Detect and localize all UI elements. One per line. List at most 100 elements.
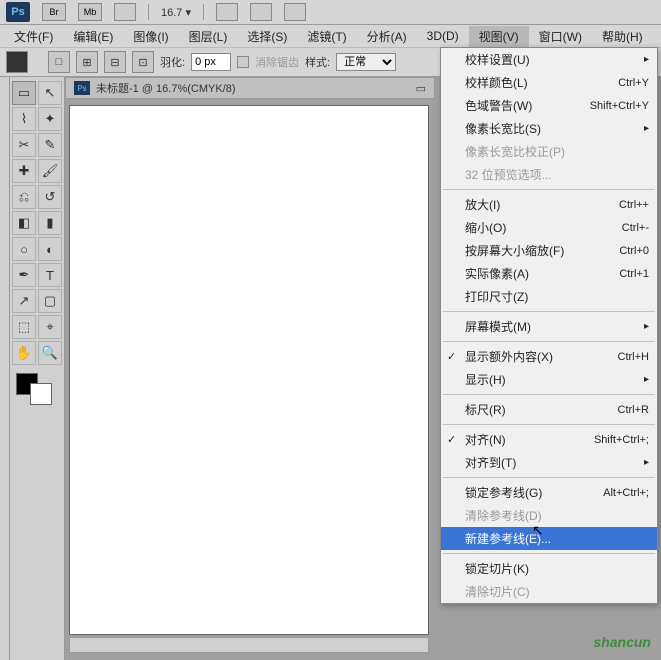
minimize-doc-icon[interactable]: ▭ (416, 82, 426, 95)
menu-image[interactable]: 图像(I) (123, 26, 178, 47)
antialias-check[interactable] (237, 56, 249, 68)
menu-item: 清除切片(C) (441, 580, 657, 603)
background-swatch[interactable] (30, 383, 52, 405)
selection-sub-icon[interactable]: ⊟ (104, 51, 126, 73)
lasso-tool[interactable]: ⌇ (12, 107, 36, 131)
menu-select[interactable]: 选择(S) (237, 26, 297, 47)
menu-item[interactable]: 放大(I)Ctrl++ (441, 193, 657, 216)
feather-input[interactable] (191, 53, 231, 71)
zoom-readout[interactable]: 16.7 ▾ (161, 6, 191, 19)
marquee-tool[interactable]: ▭ (12, 81, 36, 105)
stamp-tool[interactable]: ⎌ (12, 185, 36, 209)
menu-shortcut: Shift+Ctrl+Y (570, 100, 649, 112)
separator (148, 4, 149, 20)
menu-item-label: 色域警告(W) (465, 97, 532, 114)
check-icon: ✓ (447, 433, 456, 446)
menu-separator (443, 394, 655, 395)
hand-tool-icon[interactable] (216, 3, 238, 21)
menu-item-label: 像素长宽比校正(P) (465, 143, 565, 160)
menu-3d[interactable]: 3D(D) (417, 27, 469, 45)
menu-item[interactable]: 标尺(R)Ctrl+R (441, 398, 657, 421)
camera-tool[interactable]: ⌖ (38, 315, 62, 339)
menu-item[interactable]: 新建参考线(E)... (441, 527, 657, 550)
menu-item[interactable]: 缩小(O) Ctrl+- (441, 216, 657, 239)
menu-filter[interactable]: 滤镜(T) (297, 26, 356, 47)
pen-tool[interactable]: ✒ (12, 263, 36, 287)
document-canvas[interactable] (69, 105, 429, 635)
panel-strip[interactable] (0, 77, 10, 660)
menu-item[interactable]: 打印尺寸(Z) (441, 285, 657, 308)
title-bar: Ps Br Mb 16.7 ▾ (0, 0, 661, 25)
menu-item-label: 缩小(O) (465, 219, 506, 236)
document-tab[interactable]: Ps 未标题-1 @ 16.7%(CMYK/8) ▭ (65, 77, 435, 99)
menu-item[interactable]: 实际像素(A)Ctrl+1 (441, 262, 657, 285)
healing-tool[interactable]: ✚ (12, 159, 36, 183)
menu-item[interactable]: 锁定参考线(G)Alt+Ctrl+; (441, 481, 657, 504)
crop-tool[interactable]: ✂ (12, 133, 36, 157)
menu-shortcut: Alt+Ctrl+; (583, 487, 649, 499)
style-select[interactable]: 正常 (336, 53, 396, 71)
workspace-icon[interactable] (284, 3, 306, 21)
menu-separator (443, 341, 655, 342)
move-tool[interactable]: ↖ (38, 81, 62, 105)
dodge-tool[interactable]: ◐ (38, 237, 62, 261)
blur-tool[interactable]: ○ (12, 237, 36, 261)
minibridge-icon[interactable]: Mb (78, 3, 102, 21)
menu-item-label: 放大(I) (465, 196, 500, 213)
menu-shortcut: Ctrl+H (598, 351, 649, 363)
menu-item-label: 按屏幕大小缩放(F) (465, 242, 564, 259)
type-tool[interactable]: T (38, 263, 62, 287)
menu-help[interactable]: 帮助(H) (592, 26, 653, 47)
arrange-icon[interactable] (250, 3, 272, 21)
color-swatches[interactable] (12, 373, 62, 409)
menu-shortcut: Ctrl+R (598, 404, 649, 416)
gradient-tool[interactable]: ▮ (38, 211, 62, 235)
menu-item[interactable]: 校样颜色(L) Ctrl+Y (441, 71, 657, 94)
menu-item[interactable]: 屏幕模式(M) (441, 315, 657, 338)
bridge-icon[interactable]: Br (42, 3, 66, 21)
menu-separator (443, 553, 655, 554)
menu-item[interactable]: 按屏幕大小缩放(F)Ctrl+0 (441, 239, 657, 262)
menu-item-label: 校样颜色(L) (465, 74, 528, 91)
menu-item-label: 屏幕模式(M) (465, 318, 531, 335)
menu-item-label: 锁定切片(K) (465, 560, 529, 577)
menu-shortcut: Ctrl+- (602, 222, 649, 234)
wand-tool[interactable]: ✦ (38, 107, 62, 131)
document-statusbar[interactable] (69, 637, 429, 653)
menu-item-label: 对齐(N) (465, 431, 506, 448)
3d-tool[interactable]: ⬚ (12, 315, 36, 339)
menu-layer[interactable]: 图层(L) (179, 26, 238, 47)
path-tool[interactable]: ↗ (12, 289, 36, 313)
menu-item-label: 清除切片(C) (465, 583, 530, 600)
menu-file[interactable]: 文件(F) (4, 26, 63, 47)
brush-tool[interactable]: 🖌 (38, 159, 62, 183)
selection-intersect-icon[interactable]: ⊡ (132, 51, 154, 73)
menu-item[interactable]: 像素长宽比(S) (441, 117, 657, 140)
menu-item[interactable]: ✓ 对齐(N) Shift+Ctrl+; (441, 428, 657, 451)
menu-item[interactable]: 色域警告(W) Shift+Ctrl+Y (441, 94, 657, 117)
eyedropper-tool[interactable]: ✎ (38, 133, 62, 157)
marquee-preset-icon[interactable]: ▭ (6, 51, 28, 73)
eraser-tool[interactable]: ◧ (12, 211, 36, 235)
history-brush-tool[interactable]: ↺ (38, 185, 62, 209)
selection-add-icon[interactable]: ⊞ (76, 51, 98, 73)
menu-item[interactable]: 锁定切片(K) (441, 557, 657, 580)
menu-item[interactable]: ✓显示额外内容(X)Ctrl+H (441, 345, 657, 368)
menu-item-label: 32 位预览选项... (465, 166, 552, 183)
menu-item[interactable]: 显示(H) (441, 368, 657, 391)
tool-panel: ▭ ↖ ⌇ ✦ ✂ ✎ ✚ 🖌 ⎌ ↺ ◧ ▮ ○ ◐ ✒ T ↗ ▢ ⬚ ⌖ … (10, 77, 65, 660)
menu-window[interactable]: 窗口(W) (529, 26, 592, 47)
hand-tool[interactable]: ✋ (12, 341, 36, 365)
menu-item[interactable]: 对齐到(T) (441, 451, 657, 474)
zoom-tool[interactable]: 🔍 (38, 341, 62, 365)
screen-mode-icon[interactable] (114, 3, 136, 21)
selection-new-icon[interactable]: □ (48, 51, 70, 73)
antialias-label: 消除锯齿 (255, 54, 299, 70)
menu-item[interactable]: 校样设置(U) (441, 48, 657, 71)
shape-tool[interactable]: ▢ (38, 289, 62, 313)
menu-edit[interactable]: 编辑(E) (63, 26, 123, 47)
menu-shortcut: Shift+Ctrl+; (574, 434, 649, 446)
menu-shortcut: Ctrl+Y (598, 77, 649, 89)
menu-view[interactable]: 视图(V) (469, 26, 529, 47)
menu-analysis[interactable]: 分析(A) (357, 26, 417, 47)
